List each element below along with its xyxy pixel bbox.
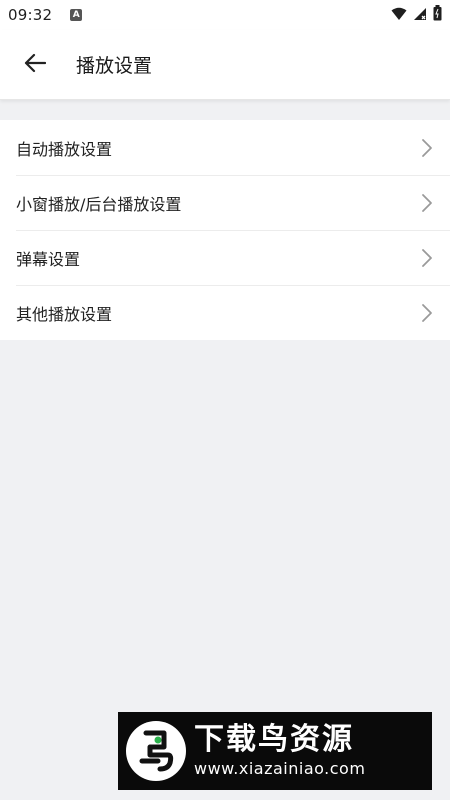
arrow-left-icon xyxy=(24,53,47,77)
menu-item-label: 小窗播放/后台播放设置 xyxy=(16,194,182,214)
chevron-right-icon xyxy=(420,138,434,158)
menu-item-other[interactable]: 其他播放设置 xyxy=(0,285,450,340)
watermark-title: 下载鸟资源 xyxy=(194,722,354,757)
menu-item-autoplay[interactable]: 自动播放设置 xyxy=(0,120,450,175)
menu-item-label: 自动播放设置 xyxy=(16,139,113,159)
app-bar: 播放设置 xyxy=(0,30,450,100)
menu-item-label: 其他播放设置 xyxy=(16,304,113,324)
back-button[interactable] xyxy=(0,30,70,100)
watermark-text: 下载鸟资源 www.xiazainiao.com xyxy=(194,722,365,780)
menu-item-danmaku[interactable]: 弹幕设置 xyxy=(0,230,450,285)
status-time: 09:32 xyxy=(8,6,53,24)
signal-icon xyxy=(413,6,427,25)
chevron-right-icon xyxy=(420,303,434,323)
menu-item-pip-background[interactable]: 小窗播放/后台播放设置 xyxy=(0,175,450,230)
watermark: 下载鸟资源 www.xiazainiao.com xyxy=(118,712,432,790)
bird-logo-icon xyxy=(126,721,186,781)
a-icon: A xyxy=(70,9,83,21)
wifi-icon xyxy=(391,6,407,25)
chevron-right-icon xyxy=(420,193,434,213)
chevron-right-icon xyxy=(420,248,434,268)
status-icons xyxy=(391,5,442,25)
status-bar: 09:32 A xyxy=(0,0,450,30)
menu-item-label: 弹幕设置 xyxy=(16,249,81,269)
settings-list: 自动播放设置 小窗播放/后台播放设置 弹幕设置 其他播放设置 xyxy=(0,120,450,340)
watermark-url: www.xiazainiao.com xyxy=(194,759,366,778)
battery-icon xyxy=(433,5,442,25)
page-title: 播放设置 xyxy=(76,55,153,77)
